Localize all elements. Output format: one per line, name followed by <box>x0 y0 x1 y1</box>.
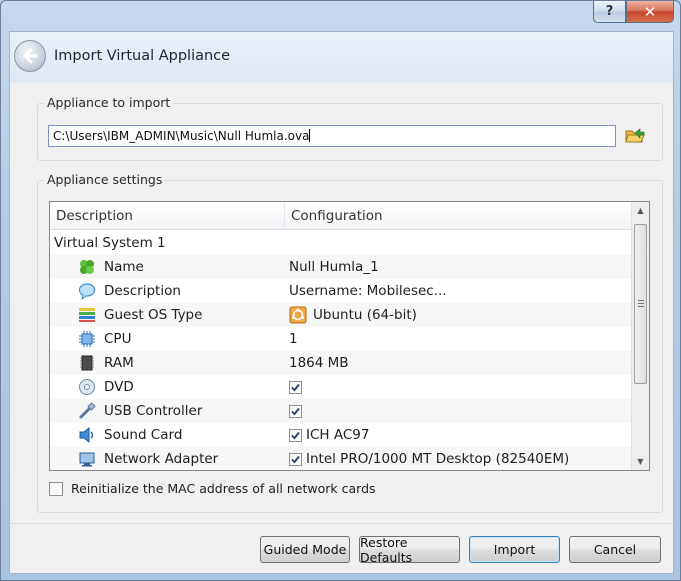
dialog-footer: Guided Mode Restore Defaults Import Canc… <box>9 523 674 574</box>
row-value: Username: Mobilesec... <box>289 283 447 299</box>
cpu-icon <box>79 331 95 347</box>
sound-card-checkbox[interactable] <box>289 428 302 442</box>
table-row[interactable]: Description Username: Mobilesec... <box>50 279 632 303</box>
row-label: Name <box>104 259 144 275</box>
virtual-system-label: Virtual System 1 <box>54 235 166 251</box>
ram-icon <box>80 355 94 371</box>
usb-icon <box>79 402 96 419</box>
reinitialize-mac-checkbox[interactable] <box>49 481 63 496</box>
import-dialog-window: ? ✕ Import Virtual Appliance Appliance t… <box>0 0 681 581</box>
back-button[interactable] <box>14 40 46 72</box>
appliance-to-import-group: Appliance to import C:\Users\IBM_ADMIN\M… <box>37 95 663 161</box>
table-row[interactable]: USB Controller <box>50 399 632 423</box>
caption-buttons: ? ✕ <box>593 1 674 23</box>
scroll-down-arrow-icon[interactable]: ▼ <box>632 453 649 470</box>
row-label: CPU <box>104 331 132 347</box>
folder-open-icon <box>625 128 645 143</box>
sound-card-icon <box>79 426 94 444</box>
row-value: 1864 MB <box>289 355 349 371</box>
import-button[interactable]: Import <box>469 536 560 563</box>
table-row[interactable]: Sound Card ICH AC97 <box>50 423 632 447</box>
row-label: DVD <box>104 379 134 395</box>
table-row[interactable]: DVD <box>50 375 632 399</box>
restore-defaults-button[interactable]: Restore Defaults <box>359 535 460 565</box>
ubuntu-icon <box>289 306 307 324</box>
row-value: 1 <box>289 331 298 347</box>
network-adapter-checkbox[interactable] <box>289 452 302 466</box>
row-label: Description <box>104 283 181 299</box>
scrollbar-thumb[interactable] <box>634 224 647 384</box>
page-title: Import Virtual Appliance <box>54 48 231 64</box>
table-row[interactable]: Guest OS Type Ubuntu (64-bit) <box>50 303 632 327</box>
appliance-to-import-title: Appliance to import <box>44 95 174 110</box>
name-icon <box>80 260 94 274</box>
help-button[interactable]: ? <box>593 1 626 23</box>
table-row[interactable]: CPU 1 <box>50 327 632 351</box>
usb-controller-checkbox[interactable] <box>289 404 302 418</box>
scroll-up-arrow-icon[interactable]: ▲ <box>632 202 649 219</box>
close-button[interactable]: ✕ <box>626 1 674 23</box>
row-label: Guest OS Type <box>104 307 203 323</box>
reinitialize-mac-option[interactable]: Reinitialize the MAC address of all netw… <box>49 481 376 496</box>
row-label: Network Adapter <box>104 451 219 467</box>
description-icon <box>78 283 96 300</box>
appliance-file-path-text: C:\Users\IBM_ADMIN\Music\Null Humla.ova <box>53 129 310 143</box>
row-label: RAM <box>104 355 134 371</box>
table-rows: Virtual System 1 Name Null Humla_1 Descr… <box>50 231 632 470</box>
row-value: Intel PRO/1000 MT Desktop (82540EM) <box>306 451 570 467</box>
table-row[interactable]: Network Adapter Intel PRO/1000 MT Deskto… <box>50 447 632 470</box>
table-row[interactable]: RAM 1864 MB <box>50 351 632 375</box>
appliance-settings-title: Appliance settings <box>44 172 166 187</box>
checkmark-icon <box>291 431 300 439</box>
checkmark-icon <box>291 407 300 415</box>
dialog-content: Appliance to import C:\Users\IBM_ADMIN\M… <box>9 83 674 524</box>
row-label: USB Controller <box>104 403 203 419</box>
checkmark-icon <box>291 383 300 391</box>
appliance-file-path-input[interactable]: C:\Users\IBM_ADMIN\Music\Null Humla.ova <box>48 125 616 147</box>
row-value: Null Humla_1 <box>289 259 379 275</box>
row-value: ICH AC97 <box>306 427 370 443</box>
vertical-scrollbar[interactable]: ▲ ▼ <box>631 202 649 470</box>
column-header-configuration[interactable]: Configuration <box>285 202 632 230</box>
choose-file-button[interactable] <box>624 125 646 147</box>
reinitialize-mac-label: Reinitialize the MAC address of all netw… <box>71 481 376 496</box>
row-value: Ubuntu (64-bit) <box>313 307 417 323</box>
table-row[interactable]: Name Null Humla_1 <box>50 255 632 279</box>
cancel-button[interactable]: Cancel <box>569 536 661 563</box>
column-header-description[interactable]: Description <box>50 202 285 230</box>
guest-os-icon <box>79 308 95 322</box>
back-arrow-icon <box>23 48 38 64</box>
wizard-header: Import Virtual Appliance <box>9 31 674 83</box>
network-adapter-icon <box>79 452 95 467</box>
checkmark-icon <box>291 455 300 463</box>
dvd-checkbox[interactable] <box>289 380 302 394</box>
row-label: Sound Card <box>104 427 183 443</box>
guided-mode-button[interactable]: Guided Mode <box>260 536 350 563</box>
appliance-settings-table[interactable]: Description Configuration Virtual System… <box>49 201 650 471</box>
table-row-virtual-system[interactable]: Virtual System 1 <box>50 231 632 255</box>
table-header: Description Configuration <box>50 202 632 230</box>
dvd-icon <box>79 379 95 395</box>
appliance-settings-group: Appliance settings Description Configura… <box>37 172 663 513</box>
